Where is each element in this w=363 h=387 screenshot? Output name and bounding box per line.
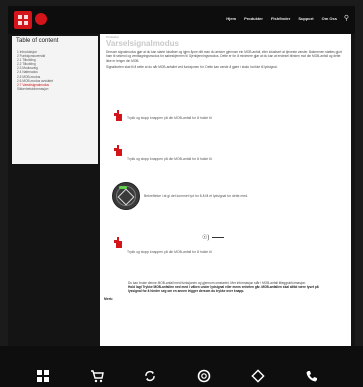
nav-item-support[interactable]: Support (298, 16, 313, 21)
article-content: Produkter Varselsignalmodus Dersom signa… (100, 34, 351, 346)
cart-icon[interactable] (90, 369, 104, 383)
nav-item-products[interactable]: Produkter (244, 16, 263, 21)
page-body: Table of content 1 Introduksjon 2 Funksj… (8, 34, 355, 346)
nav-item-home[interactable]: Hjem (226, 16, 236, 21)
browser-screen: Hjem Produkter Fishfinder Support Om Oss… (8, 6, 355, 346)
hand-press-icon (114, 110, 123, 121)
note-label: Merk: (104, 297, 114, 301)
step-caption: Trykk og stopp knappen på din MOB-anfall… (127, 116, 213, 120)
sound-wave-icon (212, 237, 224, 238)
nav-item-about[interactable]: Om Oss (322, 16, 337, 21)
step-caption: Trykk og stopp knappen på din MOB-anfall… (127, 250, 213, 254)
intro-paragraph: Signalkorten skal til å sette at du når … (106, 64, 278, 69)
diamond-icon[interactable] (251, 369, 265, 383)
mob-device-icon (112, 182, 140, 210)
note-bold-text: Hold lagt Trykke MOB-anfallen ned med i … (128, 285, 319, 294)
page-title: Varselsignalmodus (106, 39, 179, 48)
search-icon[interactable]: ⚲ (344, 14, 349, 22)
toc-item[interactable]: Sikkerhetsinformasjon (17, 87, 97, 91)
toc-list: 1 Introduksjon 2 Funksjonsoversikt 2.1 T… (17, 50, 97, 91)
table-of-contents: Table of content 1 Introduksjon 2 Funksj… (12, 36, 98, 164)
logo-grid-icon (18, 15, 28, 25)
phone-icon[interactable] (305, 369, 319, 383)
step-caption: Trykk og stopp knappen på din MOB-anfall… (127, 157, 213, 161)
hand-press-icon (114, 145, 123, 156)
nav-menu: Hjem Produkter Fishfinder Support Om Oss (226, 16, 337, 21)
speaker-icon: ☉) (202, 235, 210, 241)
note-box: Du kan bruke denne MOB-anfall med funksj… (128, 281, 333, 294)
top-navigation-bar: Hjem Produkter Fishfinder Support Om Oss… (8, 6, 355, 34)
nav-item-fishfinder[interactable]: Fishfinder (271, 16, 290, 21)
toc-title: Table of content (16, 38, 59, 44)
brand-dot-icon (35, 13, 47, 25)
lifebuoy-icon[interactable] (197, 369, 211, 383)
brand-logo[interactable] (14, 11, 32, 29)
intro-paragraph: Dersom signalmodus gjør at du kan starte… (106, 50, 342, 63)
dashboard-icon[interactable] (36, 369, 50, 383)
sync-icon[interactable] (143, 369, 157, 383)
hand-press-icon (114, 237, 123, 248)
step-caption: Bekreftelse i at gi det kommet lyd for å… (144, 194, 249, 198)
intro-text: Dersom signalmodus gjør at du kan starte… (106, 50, 342, 71)
